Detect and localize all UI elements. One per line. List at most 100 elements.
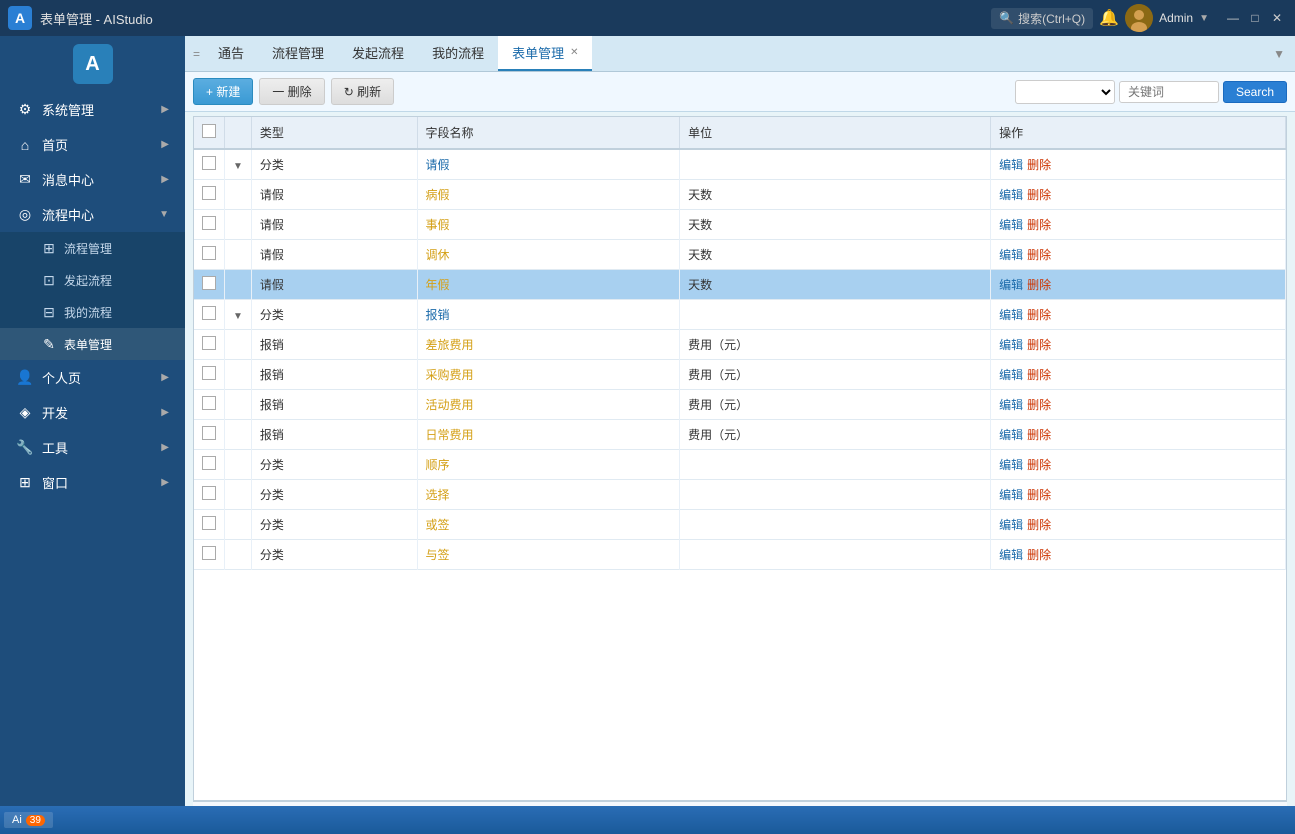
delete-button[interactable]: 一 删除 xyxy=(259,78,324,105)
taskbar-item-ai[interactable]: Ai 39 xyxy=(4,812,53,828)
tab-notice[interactable]: 通告 xyxy=(204,36,258,71)
close-button[interactable]: ✕ xyxy=(1267,8,1287,28)
delete-row-button[interactable]: 删除 xyxy=(1027,158,1051,172)
sidebar-item-message[interactable]: ✉ 消息中心 ▶ xyxy=(0,162,185,197)
sidebar-item-form-manage[interactable]: ✎ 表单管理 xyxy=(0,328,185,360)
notification-bell[interactable]: 🔔 xyxy=(1099,8,1119,28)
sidebar-item-tools[interactable]: 🔧 工具 ▶ xyxy=(0,430,185,465)
field-link[interactable]: 活动费用 xyxy=(426,398,474,412)
delete-row-button[interactable]: 删除 xyxy=(1027,278,1051,292)
tab-more[interactable]: ▼ xyxy=(1263,36,1295,71)
row-checkbox[interactable] xyxy=(202,546,216,560)
delete-row-button[interactable]: 删除 xyxy=(1027,398,1051,412)
row-checkbox[interactable] xyxy=(202,336,216,350)
field-link[interactable]: 或签 xyxy=(426,518,450,532)
field-link[interactable]: 日常费用 xyxy=(426,428,474,442)
sidebar-section-flow: ⊞ 流程管理 ⊡ 发起流程 ⊟ 我的流程 ✎ 表单管理 xyxy=(0,232,185,360)
search-button[interactable]: Search xyxy=(1223,81,1287,103)
new-button[interactable]: + 新建 xyxy=(193,78,253,105)
row-checkbox[interactable] xyxy=(202,426,216,440)
field-link[interactable]: 调休 xyxy=(426,248,450,262)
field-link[interactable]: 差旅费用 xyxy=(426,338,474,352)
delete-row-button[interactable]: 删除 xyxy=(1027,338,1051,352)
edit-button[interactable]: 编辑 xyxy=(999,518,1023,532)
row-checkbox[interactable] xyxy=(202,516,216,530)
sidebar-item-window[interactable]: ⊞ 窗口 ▶ xyxy=(0,465,185,500)
delete-row-button[interactable]: 删除 xyxy=(1027,548,1051,562)
row-checkbox[interactable] xyxy=(202,276,216,290)
field-link[interactable]: 年假 xyxy=(426,278,450,292)
delete-row-button[interactable]: 删除 xyxy=(1027,308,1051,322)
row-checkbox[interactable] xyxy=(202,156,216,170)
tab-launch-flow[interactable]: 发起流程 xyxy=(338,36,418,71)
tab-flow-manage[interactable]: 流程管理 xyxy=(258,36,338,71)
delete-row-button[interactable]: 删除 xyxy=(1027,428,1051,442)
sidebar-item-personal[interactable]: 👤 个人页 ▶ xyxy=(0,360,185,395)
refresh-button[interactable]: ↻ 刷新 xyxy=(331,78,394,105)
edit-button[interactable]: 编辑 xyxy=(999,458,1023,472)
row-checkbox[interactable] xyxy=(202,246,216,260)
delete-row-button[interactable]: 删除 xyxy=(1027,248,1051,262)
tab-my-flow[interactable]: 我的流程 xyxy=(418,36,498,71)
field-link[interactable]: 请假 xyxy=(426,158,450,172)
field-link[interactable]: 采购费用 xyxy=(426,368,474,382)
row-checkbox[interactable] xyxy=(202,186,216,200)
delete-row-button[interactable]: 删除 xyxy=(1027,518,1051,532)
close-tab-icon[interactable]: ✕ xyxy=(570,47,578,58)
row-checkbox[interactable] xyxy=(202,396,216,410)
edit-button[interactable]: 编辑 xyxy=(999,278,1023,292)
edit-button[interactable]: 编辑 xyxy=(999,158,1023,172)
field-link[interactable]: 顺序 xyxy=(426,458,450,472)
sidebar-item-launch-flow[interactable]: ⊡ 发起流程 xyxy=(0,264,185,296)
edit-button[interactable]: 编辑 xyxy=(999,188,1023,202)
my-flow-icon: ⊟ xyxy=(40,303,58,321)
row-checkbox[interactable] xyxy=(202,306,216,320)
maximize-button[interactable]: □ xyxy=(1245,8,1265,28)
edit-button[interactable]: 编辑 xyxy=(999,338,1023,352)
user-name[interactable]: Admin xyxy=(1159,11,1193,25)
row-checkbox[interactable] xyxy=(202,216,216,230)
sidebar-item-flow-manage[interactable]: ⊞ 流程管理 xyxy=(0,232,185,264)
edit-button[interactable]: 编辑 xyxy=(999,308,1023,322)
field-link[interactable]: 与签 xyxy=(426,548,450,562)
delete-row-button[interactable]: 删除 xyxy=(1027,458,1051,472)
edit-button[interactable]: 编辑 xyxy=(999,548,1023,562)
search-shortcut[interactable]: 🔍 搜索(Ctrl+Q) xyxy=(991,8,1093,29)
field-cell: 病假 xyxy=(417,180,680,210)
field-link[interactable]: 事假 xyxy=(426,218,450,232)
edit-button[interactable]: 编辑 xyxy=(999,398,1023,412)
sidebar-item-home[interactable]: ⌂ 首页 ▶ xyxy=(0,127,185,162)
sidebar-item-system[interactable]: ⚙ 系统管理 ▶ xyxy=(0,92,185,127)
row-checkbox[interactable] xyxy=(202,456,216,470)
edit-button[interactable]: 编辑 xyxy=(999,218,1023,232)
field-cell: 活动费用 xyxy=(417,390,680,420)
sidebar-item-my-flow[interactable]: ⊟ 我的流程 xyxy=(0,296,185,328)
delete-row-button[interactable]: 删除 xyxy=(1027,368,1051,382)
delete-row-button[interactable]: 删除 xyxy=(1027,218,1051,232)
sidebar-item-flow-center[interactable]: ◎ 流程中心 ▼ xyxy=(0,197,185,232)
edit-button[interactable]: 编辑 xyxy=(999,488,1023,502)
delete-row-button[interactable]: 删除 xyxy=(1027,488,1051,502)
search-input[interactable] xyxy=(1119,81,1219,103)
edit-button[interactable]: 编辑 xyxy=(999,428,1023,442)
edit-button[interactable]: 编辑 xyxy=(999,368,1023,382)
row-checkbox-cell xyxy=(194,210,225,240)
expand-arrow-icon[interactable]: ▼ xyxy=(233,161,243,172)
row-checkbox[interactable] xyxy=(202,486,216,500)
search-type-select[interactable] xyxy=(1015,80,1115,104)
delete-row-button[interactable]: 删除 xyxy=(1027,188,1051,202)
tab-form-manage[interactable]: 表单管理 ✕ xyxy=(498,36,592,71)
field-link[interactable]: 病假 xyxy=(426,188,450,202)
field-link[interactable]: 报销 xyxy=(426,308,450,322)
minimize-button[interactable]: — xyxy=(1223,8,1243,28)
edit-button[interactable]: 编辑 xyxy=(999,248,1023,262)
user-dropdown-icon[interactable]: ▼ xyxy=(1199,13,1209,24)
row-checkbox[interactable] xyxy=(202,366,216,380)
sidebar-item-dev[interactable]: ◈ 开发 ▶ xyxy=(0,395,185,430)
expand-arrow-icon[interactable]: ▼ xyxy=(233,311,243,322)
tab-menu-icon[interactable]: = xyxy=(189,36,204,71)
field-cell: 报销 xyxy=(417,300,680,330)
unit-cell: 天数 xyxy=(680,240,991,270)
field-link[interactable]: 选择 xyxy=(426,488,450,502)
select-all-checkbox[interactable] xyxy=(202,124,216,138)
